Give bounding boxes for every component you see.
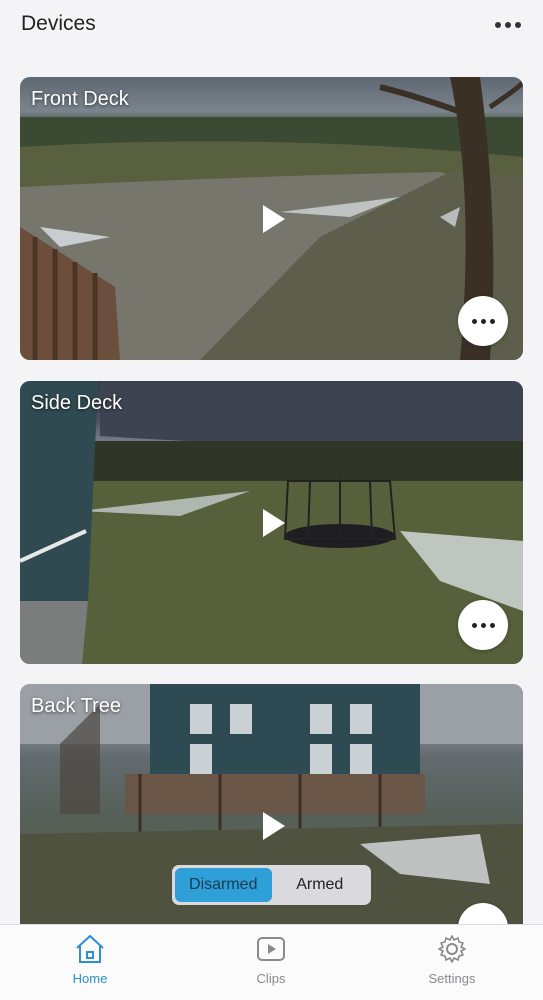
disarmed-option[interactable]: Disarmed bbox=[175, 868, 272, 902]
camera-name: Front Deck bbox=[31, 88, 129, 110]
camera-options-button[interactable] bbox=[458, 296, 508, 346]
tab-bar: Home Clips Settings bbox=[0, 924, 543, 1000]
camera-card-side-deck[interactable]: Side Deck bbox=[20, 381, 523, 664]
play-icon[interactable] bbox=[261, 203, 287, 235]
play-box-icon bbox=[257, 937, 285, 961]
arm-toggle[interactable]: Disarmed Armed bbox=[172, 865, 371, 905]
tab-home[interactable]: Home bbox=[45, 933, 135, 986]
play-icon[interactable] bbox=[261, 507, 287, 539]
camera-name: Back Tree bbox=[31, 695, 122, 717]
tab-label: Settings bbox=[428, 971, 476, 986]
camera-options-button[interactable] bbox=[458, 600, 508, 650]
tab-label: Home bbox=[72, 971, 108, 986]
tab-clips[interactable]: Clips bbox=[226, 933, 316, 986]
camera-name: Side Deck bbox=[31, 392, 123, 414]
tab-settings[interactable]: Settings bbox=[407, 933, 497, 986]
top-bar: Devices bbox=[0, 0, 543, 56]
page-title: Devices bbox=[21, 12, 96, 35]
play-icon[interactable] bbox=[261, 810, 287, 842]
armed-option[interactable]: Armed bbox=[272, 868, 369, 902]
tab-label: Clips bbox=[256, 971, 286, 986]
gear-icon bbox=[438, 935, 466, 963]
home-icon bbox=[76, 934, 104, 963]
camera-card-front-deck[interactable]: Front Deck bbox=[20, 77, 523, 360]
ellipsis-icon[interactable] bbox=[495, 14, 521, 36]
